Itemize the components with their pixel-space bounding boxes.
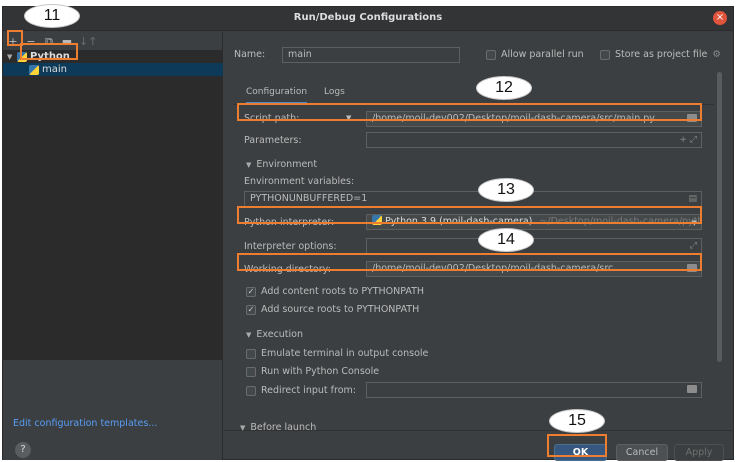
interpreter-options-label: Interpreter options:: [244, 241, 337, 252]
tree-item-main[interactable]: main: [3, 63, 223, 76]
add-content-roots-checkbox[interactable]: ✓ Add content roots to PYTHONPATH: [246, 286, 424, 297]
config-toolbar: + − ⧉ ▬ ↓↑: [7, 35, 97, 49]
title-bar: Run/Debug Configurations ×: [3, 7, 733, 31]
folder-icon[interactable]: [687, 264, 697, 272]
execution-section[interactable]: ▼ Execution: [246, 329, 303, 340]
script-path-input[interactable]: /home/moil-dev002/Desktop/moil-dash-came…: [366, 111, 702, 127]
python-icon: [17, 51, 27, 62]
expand-icon[interactable]: ⤢: [690, 239, 697, 253]
chevron-down-icon[interactable]: ▼: [692, 216, 697, 229]
close-icon[interactable]: ×: [713, 11, 727, 25]
folder-icon[interactable]: ▬: [61, 36, 73, 48]
configurations-pane: + − ⧉ ▬ ↓↑ ▼ Python main Edit configurat…: [3, 32, 223, 460]
scrollbar[interactable]: [717, 72, 722, 362]
remove-config-icon[interactable]: −: [25, 36, 37, 48]
redirect-input-field[interactable]: [366, 382, 702, 398]
section-label: Before launch: [250, 422, 317, 433]
chevron-down-icon[interactable]: ▼: [246, 161, 251, 169]
gear-icon[interactable]: ⚙: [712, 49, 721, 60]
ok-button[interactable]: OK: [554, 444, 607, 461]
checkbox-checked: ✓: [246, 304, 256, 315]
checkbox-label: Run with Python Console: [261, 366, 380, 377]
edit-templates-link[interactable]: Edit configuration templates...: [13, 418, 157, 429]
checkbox-label: Allow parallel run: [501, 49, 584, 60]
callout-14: 14: [478, 228, 534, 252]
help-button[interactable]: ?: [15, 442, 31, 458]
checkbox-label: Add source roots to PYTHONPATH: [261, 304, 420, 315]
add-config-icon[interactable]: +: [7, 36, 19, 48]
checkbox-checked: ✓: [246, 286, 256, 297]
callout-13: 13: [478, 178, 534, 202]
name-label: Name:: [234, 49, 266, 60]
chevron-down-icon[interactable]: ▼: [346, 114, 351, 122]
callout-15: 15: [549, 409, 605, 433]
section-label: Execution: [256, 329, 304, 340]
script-path-value: /home/moil-dev002/Desktop/moil-dash-came…: [372, 113, 655, 124]
env-vars-label: Environment variables:: [244, 176, 355, 187]
tab-divider: [234, 104, 714, 105]
working-dir-value: /home/moil-dev002/Desktop/moil-dash-came…: [372, 263, 614, 274]
environment-section[interactable]: ▼ Environment: [246, 159, 317, 170]
checkbox-label: Store as project file: [615, 49, 708, 60]
checkbox-label: Redirect input from:: [261, 385, 356, 396]
dialog-title: Run/Debug Configurations: [293, 12, 443, 23]
env-vars-value: PYTHONUNBUFFERED=1: [250, 193, 368, 204]
emulate-terminal-checkbox[interactable]: Emulate terminal in output console: [246, 348, 428, 359]
chevron-down-icon[interactable]: ▼: [7, 53, 17, 61]
tree-item-label: main: [42, 64, 67, 75]
add-source-roots-checkbox[interactable]: ✓ Add source roots to PYTHONPATH: [246, 304, 419, 315]
tab-logs[interactable]: Logs: [324, 87, 345, 97]
parameters-input[interactable]: + ⤢: [366, 132, 702, 148]
checkbox-box: [246, 366, 256, 377]
tree-item-python[interactable]: ▼ Python: [3, 50, 223, 63]
callout-11: 11: [24, 4, 80, 28]
checkbox-box: [246, 385, 256, 396]
working-dir-label: Working directory:: [244, 264, 331, 275]
chevron-down-icon[interactable]: ▼: [246, 331, 251, 339]
edit-env-icon[interactable]: ▤: [688, 192, 697, 206]
checkbox-box: [600, 49, 610, 60]
before-launch-section[interactable]: ▼ Before launch: [240, 422, 316, 433]
interpreter-select[interactable]: Python 3.9 (moil-dash-camera) ~/Desktop/…: [366, 214, 702, 230]
run-debug-dialog: Run/Debug Configurations × + − ⧉ ▬ ↓↑ ▼ …: [2, 6, 734, 461]
cancel-button[interactable]: Cancel: [616, 444, 668, 461]
python-icon: [372, 215, 382, 225]
interpreter-value: Python 3.9 (moil-dash-camera): [385, 216, 533, 227]
interpreter-options-input[interactable]: ⤢: [366, 238, 702, 254]
callout-12: 12: [476, 76, 532, 100]
interpreter-path: ~/Desktop/moil-dash-camera/python/bi: [539, 216, 702, 227]
store-as-project-checkbox[interactable]: Store as project file ⚙: [600, 49, 721, 60]
expand-icon[interactable]: + ⤢: [679, 133, 697, 147]
tree-item-label: Python: [30, 51, 70, 62]
run-with-console-checkbox[interactable]: Run with Python Console: [246, 366, 379, 377]
apply-button[interactable]: Apply: [674, 444, 724, 461]
checkbox-box: [246, 348, 256, 359]
checkbox-label: Add content roots to PYTHONPATH: [261, 286, 425, 297]
script-path-label[interactable]: Script path:: [244, 113, 299, 124]
folder-icon[interactable]: [687, 114, 697, 122]
checkbox-label: Emulate terminal in output console: [261, 348, 429, 359]
config-form: Name: main Allow parallel run Store as p…: [224, 32, 734, 461]
env-vars-input[interactable]: PYTHONUNBUFFERED=1 ▤: [244, 191, 702, 207]
interpreter-label: Python interpreter:: [244, 217, 335, 228]
folder-icon[interactable]: [687, 385, 697, 393]
tab-configuration[interactable]: Configuration: [246, 87, 308, 105]
checkbox-box: [486, 49, 496, 60]
allow-parallel-checkbox[interactable]: Allow parallel run: [486, 49, 584, 60]
name-input[interactable]: main: [282, 47, 460, 63]
section-label: Environment: [256, 159, 318, 170]
copy-config-icon[interactable]: ⧉: [43, 36, 55, 48]
redirect-input-checkbox[interactable]: Redirect input from:: [246, 385, 356, 396]
parameters-label: Parameters:: [244, 135, 302, 146]
python-icon: [29, 64, 39, 75]
sort-icon[interactable]: ↓↑: [79, 36, 97, 48]
config-tree: ▼ Python main: [3, 50, 223, 360]
working-dir-input[interactable]: /home/moil-dev002/Desktop/moil-dash-came…: [366, 261, 702, 277]
chevron-down-icon[interactable]: ▼: [240, 424, 245, 432]
